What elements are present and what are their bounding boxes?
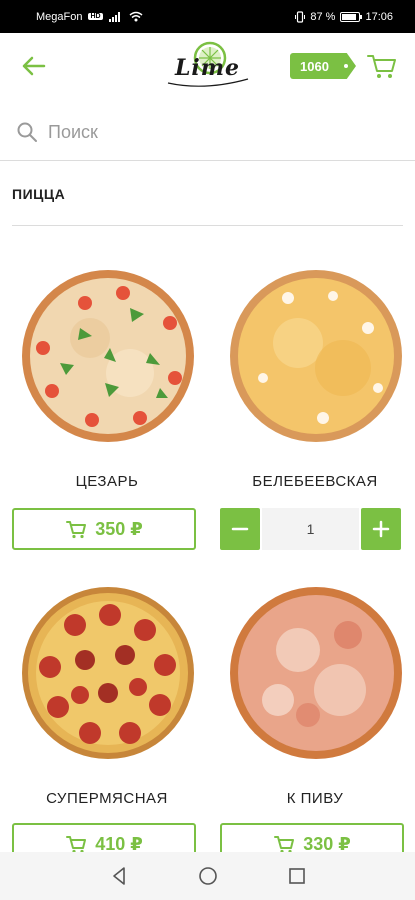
brand-logo: Lime xyxy=(160,39,255,95)
wifi-icon xyxy=(129,11,143,22)
cart-icon xyxy=(66,521,87,539)
search-divider xyxy=(0,160,415,161)
cart-button[interactable] xyxy=(365,49,399,83)
cart-icon xyxy=(367,55,396,78)
tag-hole-icon xyxy=(344,64,348,68)
category-divider xyxy=(12,225,403,226)
search-bar[interactable] xyxy=(0,108,415,156)
battery-percent: 87 % xyxy=(310,10,336,23)
search-input[interactable] xyxy=(48,121,378,143)
category-title: ПИЦЦА xyxy=(12,186,66,202)
signal-icon xyxy=(108,11,120,22)
product-name: СУПЕРМЯСНАЯ xyxy=(46,790,168,807)
back-button[interactable] xyxy=(18,50,50,82)
balance-tag[interactable]: 1060 xyxy=(290,53,356,79)
status-right: 87 % 17:06 xyxy=(295,11,393,23)
status-left: MegaFon HD xyxy=(36,11,143,23)
clock: 17:06 xyxy=(365,10,393,23)
system-nav-bar xyxy=(0,852,415,900)
add-to-cart-button[interactable]: 350 ₽ xyxy=(12,508,196,550)
nav-home-icon[interactable] xyxy=(196,864,220,888)
network-badge: HD xyxy=(88,13,103,20)
increase-quantity-button[interactable] xyxy=(361,508,401,550)
balance-value: 1060 xyxy=(300,58,329,74)
plus-icon xyxy=(372,520,390,538)
product-name: БЕЛЕБЕЕВСКАЯ xyxy=(252,473,378,490)
nav-recents-icon[interactable] xyxy=(285,864,309,888)
product-name: ЦЕЗАРЬ xyxy=(75,473,139,490)
arrow-left-icon xyxy=(22,56,46,76)
carrier-name: MegaFon xyxy=(36,10,83,23)
quantity-stepper: 1 xyxy=(220,508,401,550)
quantity-value: 1 xyxy=(262,508,359,550)
nav-back-icon[interactable] xyxy=(107,864,131,888)
battery-icon xyxy=(340,11,363,22)
vibrate-icon xyxy=(295,10,306,23)
decrease-quantity-button[interactable] xyxy=(220,508,260,550)
status-bar: MegaFon HD 87 % 17:06 xyxy=(0,0,415,33)
app-header: Lime 1060 xyxy=(0,33,415,99)
pizza-image-caesar[interactable] xyxy=(20,268,196,444)
price-label: 350 ₽ xyxy=(95,518,143,539)
pizza-image-supermyasnaya[interactable] xyxy=(20,585,196,761)
pizza-image-belebeevskaya[interactable] xyxy=(228,268,404,444)
product-name: К ПИВУ xyxy=(286,790,344,807)
logo-text: Lime xyxy=(174,55,241,81)
pizza-image-k-pivu[interactable] xyxy=(228,585,404,761)
minus-icon xyxy=(231,527,249,531)
search-icon xyxy=(17,122,37,142)
battery-level xyxy=(342,13,357,20)
